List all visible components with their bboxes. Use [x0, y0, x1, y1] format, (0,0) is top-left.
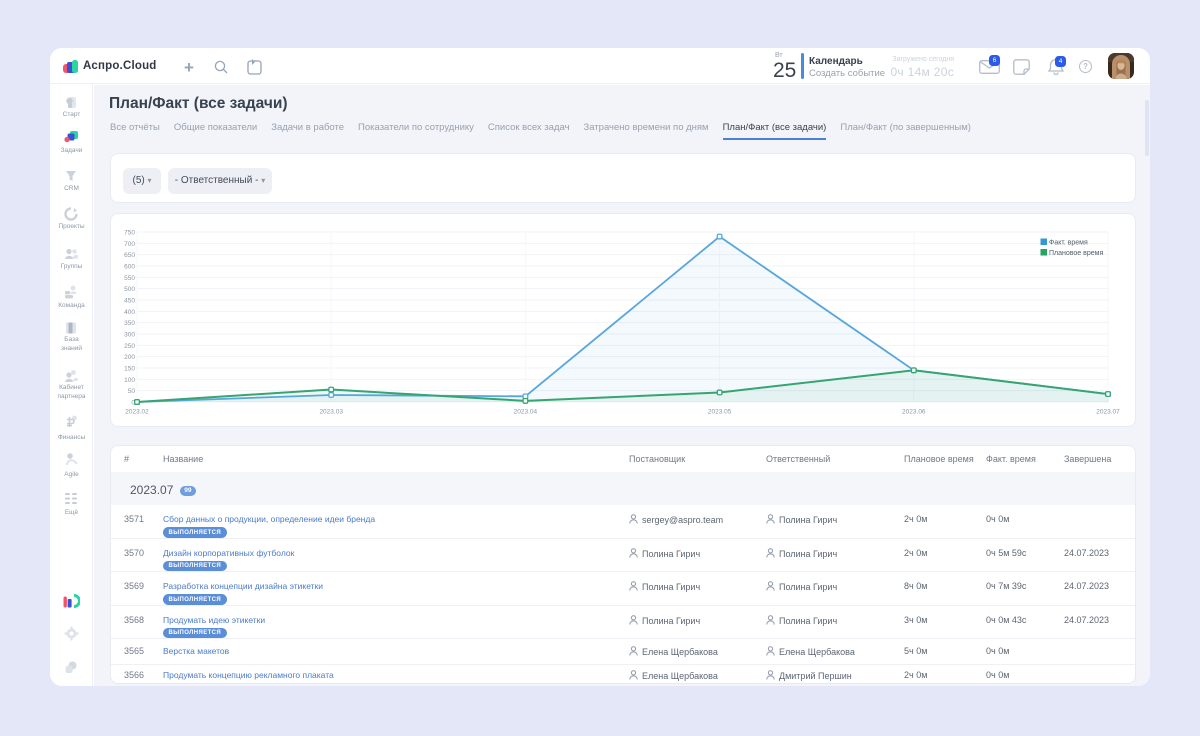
svg-text:150: 150	[124, 365, 135, 372]
svg-text:550: 550	[124, 275, 135, 282]
svg-text:2023.06: 2023.06	[902, 409, 926, 416]
svg-text:200: 200	[124, 354, 135, 361]
svg-text:2023.03: 2023.03	[319, 409, 343, 416]
svg-text:2023.05: 2023.05	[708, 409, 732, 416]
svg-text:Плановое время: Плановое время	[1049, 250, 1103, 257]
svg-text:400: 400	[124, 309, 135, 316]
svg-text:750: 750	[124, 229, 135, 236]
svg-text:600: 600	[124, 263, 135, 270]
svg-text:2023.04: 2023.04	[514, 409, 538, 416]
svg-text:300: 300	[124, 331, 135, 338]
svg-text:100: 100	[124, 377, 135, 384]
svg-text:2023.02: 2023.02	[125, 409, 149, 416]
svg-text:2023.07: 2023.07	[1096, 409, 1120, 416]
svg-text:250: 250	[124, 343, 135, 350]
svg-text:450: 450	[124, 297, 135, 304]
svg-text:Факт. время: Факт. время	[1049, 240, 1088, 247]
svg-text:50: 50	[128, 388, 136, 395]
svg-text:350: 350	[124, 320, 135, 327]
svg-text:650: 650	[124, 252, 135, 259]
svg-text:700: 700	[124, 241, 135, 248]
svg-text:500: 500	[124, 286, 135, 293]
